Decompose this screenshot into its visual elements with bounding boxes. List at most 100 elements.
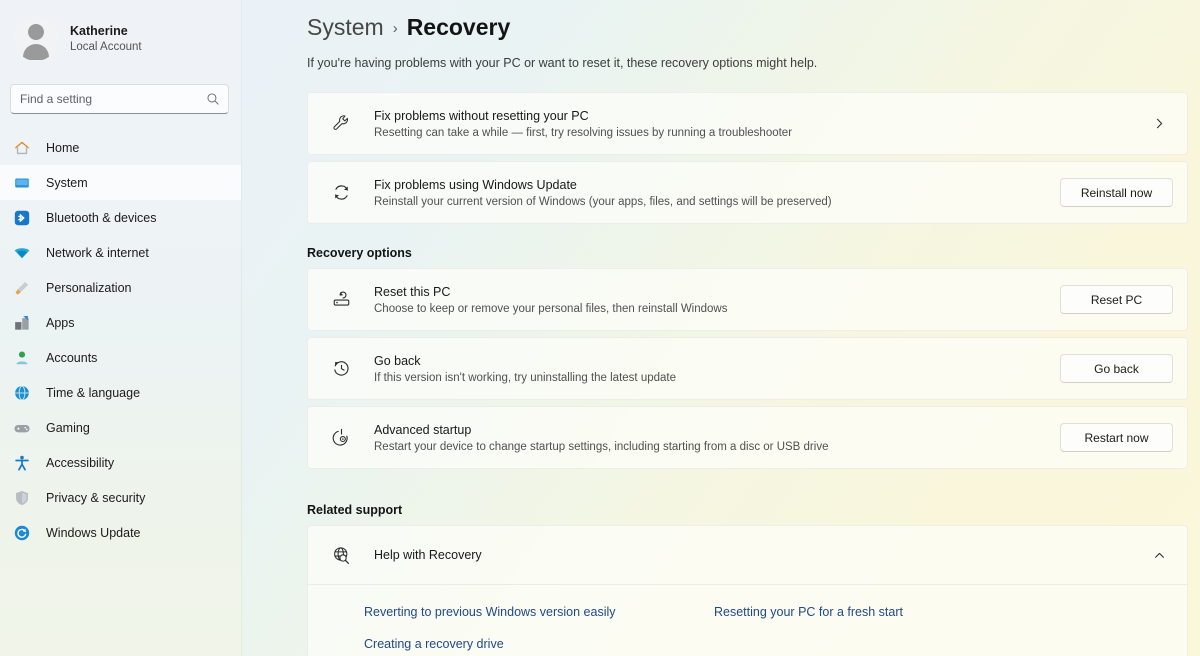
- account-type: Local Account: [70, 41, 142, 54]
- card-fix-using-windows-update: Fix problems using Windows Update Reinst…: [307, 161, 1188, 224]
- pc-reset-icon: [330, 289, 352, 311]
- support-link-revert[interactable]: Reverting to previous Windows version ea…: [364, 605, 714, 619]
- sidebar-item-label: Accounts: [46, 350, 98, 365]
- go-back-button[interactable]: Go back: [1060, 354, 1173, 383]
- bluetooth-icon: [12, 208, 32, 228]
- card-action: Reinstall now: [1060, 178, 1173, 207]
- card-text: Advanced startup Restart your device to …: [374, 422, 1046, 454]
- sidebar-item-label: Home: [46, 140, 80, 155]
- card-description: Choose to keep or remove your personal f…: [374, 303, 728, 316]
- breadcrumb: System › Recovery: [242, 0, 1200, 41]
- person-icon: [12, 348, 32, 368]
- shield-icon: [12, 488, 32, 508]
- breadcrumb-parent[interactable]: System: [307, 14, 384, 41]
- breadcrumb-separator-icon: ›: [392, 20, 398, 37]
- settings-sidebar: Katherine Local Account Home: [0, 0, 242, 656]
- card-text: Reset this PC Choose to keep or remove y…: [374, 284, 1046, 316]
- sidebar-item-privacy-security[interactable]: Privacy & security: [0, 480, 241, 515]
- sidebar-item-time-language[interactable]: Time & language: [0, 375, 241, 410]
- sidebar-nav: Home System Bluetooth & devices Network …: [0, 130, 241, 550]
- sidebar-item-label: System: [46, 175, 88, 190]
- card-description: Resetting can take a while — first, try …: [374, 127, 793, 140]
- update-refresh-icon: [12, 523, 32, 543]
- expander-body: Reverting to previous Windows version ea…: [308, 584, 1187, 656]
- sidebar-item-home[interactable]: Home: [0, 130, 241, 165]
- sidebar-item-apps[interactable]: Apps: [0, 305, 241, 340]
- sidebar-item-personalization[interactable]: Personalization: [0, 270, 241, 305]
- page-description: If you're having problems with your PC o…: [307, 56, 818, 70]
- restart-now-button[interactable]: Restart now: [1060, 423, 1173, 452]
- account-name: Katherine: [70, 23, 128, 38]
- support-link-recovery-drive[interactable]: Creating a recovery drive: [364, 637, 714, 651]
- sidebar-item-label: Accessibility: [46, 455, 115, 470]
- card-text: Go back If this version isn't working, t…: [374, 353, 1046, 385]
- support-link-reset-fresh-start[interactable]: Resetting your PC for a fresh start: [714, 605, 1187, 619]
- sidebar-item-label: Network & internet: [46, 245, 149, 260]
- sidebar-item-accounts[interactable]: Accounts: [0, 340, 241, 375]
- sidebar-item-gaming[interactable]: Gaming: [0, 410, 241, 445]
- settings-main-pane: System › Recovery If you're having probl…: [242, 0, 1200, 656]
- sidebar-item-label: Privacy & security: [46, 490, 146, 505]
- expander-label: Help with Recovery: [374, 548, 482, 562]
- recovery-options-group: Reset this PC Choose to keep or remove y…: [242, 268, 1200, 469]
- paintbrush-icon: [12, 278, 32, 298]
- search-icon: [207, 93, 219, 105]
- related-support-heading: Related support: [307, 503, 403, 517]
- reset-pc-button[interactable]: Reset PC: [1060, 285, 1173, 314]
- wifi-icon: [12, 243, 32, 263]
- account-text: Katherine Local Account: [70, 24, 142, 55]
- card-reset-this-pc: Reset this PC Choose to keep or remove y…: [307, 268, 1188, 331]
- monitor-icon: [12, 173, 32, 193]
- card-action: Go back: [1060, 354, 1173, 383]
- card-title: Go back: [374, 353, 421, 368]
- chevron-right-icon[interactable]: [1145, 110, 1173, 138]
- wrench-icon: [330, 113, 352, 135]
- sidebar-item-label: Bluetooth & devices: [46, 210, 157, 225]
- top-cards-group: Fix problems without resetting your PC R…: [242, 70, 1200, 224]
- card-title: Reset this PC: [374, 284, 451, 299]
- sidebar-item-network-internet[interactable]: Network & internet: [0, 235, 241, 270]
- sidebar-item-label: Windows Update: [46, 525, 141, 540]
- history-clock-icon: [330, 358, 352, 380]
- sidebar-item-bluetooth-devices[interactable]: Bluetooth & devices: [0, 200, 241, 235]
- card-action: Restart now: [1060, 423, 1173, 452]
- sidebar-item-label: Gaming: [46, 420, 90, 435]
- account-header[interactable]: Katherine Local Account: [0, 0, 241, 62]
- globe-search-icon: [330, 545, 352, 566]
- card-description: If this version isn't working, try unins…: [374, 372, 676, 385]
- card-fix-without-reset[interactable]: Fix problems without resetting your PC R…: [307, 92, 1188, 155]
- sidebar-item-label: Personalization: [46, 280, 132, 295]
- gamepad-icon: [12, 418, 32, 438]
- chevron-up-icon[interactable]: [1145, 541, 1173, 569]
- apps-grid-icon: [12, 313, 32, 333]
- search-box[interactable]: [10, 84, 229, 114]
- sidebar-item-system[interactable]: System: [0, 165, 241, 200]
- sidebar-item-accessibility[interactable]: Accessibility: [0, 445, 241, 480]
- person-avatar-icon: [14, 17, 58, 61]
- card-text: Fix problems using Windows Update Reinst…: [374, 177, 1046, 209]
- card-description: Restart your device to change startup se…: [374, 441, 829, 454]
- card-title: Fix problems using Windows Update: [374, 177, 577, 192]
- home-icon: [12, 138, 32, 158]
- refresh-circle-icon: [330, 182, 352, 204]
- sidebar-item-label: Time & language: [46, 385, 141, 400]
- card-title: Advanced startup: [374, 422, 472, 437]
- accessibility-person-icon: [12, 453, 32, 473]
- reinstall-now-button[interactable]: Reinstall now: [1060, 178, 1173, 207]
- card-action: Reset PC: [1060, 285, 1173, 314]
- page-title: Recovery: [406, 14, 511, 40]
- card-advanced-startup: Advanced startup Restart your device to …: [307, 406, 1188, 469]
- card-go-back: Go back If this version isn't working, t…: [307, 337, 1188, 400]
- card-description: Reinstall your current version of Window…: [374, 196, 832, 209]
- recovery-options-heading: Recovery options: [307, 246, 412, 260]
- card-action[interactable]: [1145, 110, 1173, 138]
- power-gear-icon: [330, 427, 352, 449]
- help-with-recovery-expander: Help with Recovery Reverting to previous…: [307, 525, 1188, 656]
- sidebar-item-label: Apps: [46, 315, 75, 330]
- search-input[interactable]: [20, 92, 206, 106]
- expander-header[interactable]: Help with Recovery: [308, 526, 1187, 584]
- card-text: Fix problems without resetting your PC R…: [374, 108, 1131, 140]
- card-title: Fix problems without resetting your PC: [374, 108, 589, 123]
- sidebar-item-windows-update[interactable]: Windows Update: [0, 515, 241, 550]
- clock-globe-icon: [12, 383, 32, 403]
